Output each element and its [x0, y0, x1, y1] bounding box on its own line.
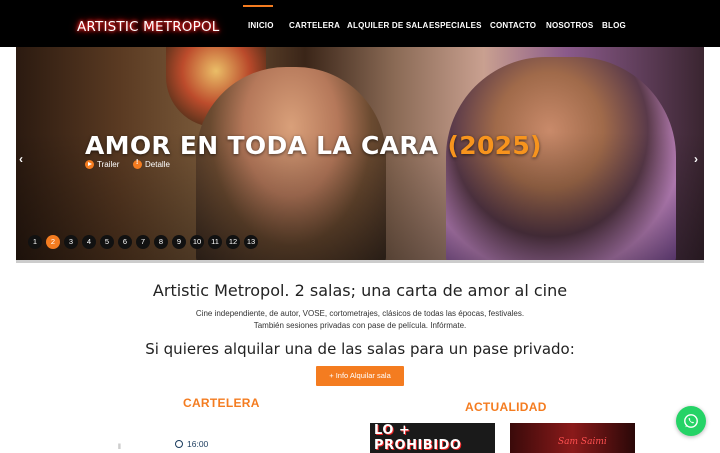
info-rent-room-button[interactable]: + Info Alquilar sala — [316, 366, 404, 386]
intro-line-2: También sesiones privadas con pase de pe… — [253, 321, 467, 330]
slide-dot[interactable]: 13 — [244, 235, 258, 249]
trailer-link[interactable]: Trailer — [85, 160, 119, 169]
cartelera-heading: CARTELERA — [183, 396, 260, 410]
trailer-label: Trailer — [97, 160, 120, 169]
nav-item-cartelera[interactable]: CARTELERA — [289, 21, 340, 30]
slide-dot[interactable]: 6 — [118, 235, 132, 249]
intro-title: Artistic Metropol. 2 salas; una carta de… — [152, 281, 568, 300]
news-poster-2[interactable]: Sam Saimi — [510, 423, 635, 453]
slide-dot[interactable]: 10 — [190, 235, 204, 249]
showtime-value: 16:00 — [187, 439, 209, 449]
slide-movie-title: AMOR EN TODA LA CARA (2025) — [85, 131, 542, 160]
intro-line-1: Cine independiente, de autor, VOSE, cort… — [195, 309, 525, 318]
poster-1-text: LO + PROHIBIDO — [374, 423, 462, 453]
detail-link[interactable]: Detalle — [133, 159, 170, 169]
nav-item-contacto[interactable]: CONTACTO — [490, 21, 536, 30]
poster-2-text: Sam Saimi — [558, 437, 607, 447]
nav-item-inicio[interactable]: INICIO — [248, 21, 274, 30]
play-icon — [85, 160, 94, 169]
news-poster-1[interactable]: LO + PROHIBIDO — [370, 423, 495, 453]
nav-item-alquiler-de-sala[interactable]: ALQUILER DE SALA — [347, 21, 428, 30]
slide-dot[interactable]: 5 — [100, 235, 114, 249]
info-icon — [133, 159, 142, 169]
actualidad-heading: ACTUALIDAD — [465, 400, 547, 414]
detail-label: Detalle — [145, 160, 170, 169]
chevron-left-icon[interactable]: ‹ — [19, 152, 23, 166]
slide-dot[interactable]: 3 — [64, 235, 78, 249]
slide-dot[interactable]: 7 — [136, 235, 150, 249]
chevron-right-icon[interactable]: › — [694, 152, 698, 166]
slide-dot[interactable]: 12 — [226, 235, 240, 249]
movie-year: (2025) — [447, 131, 542, 160]
slide-dot[interactable]: 11 — [208, 235, 222, 249]
movie-title-text: AMOR EN TODA LA CARA — [85, 131, 439, 160]
clock-icon — [175, 440, 183, 448]
top-navbar: ARTISTIC METROPOL INICIO CARTELERA ALQUI… — [0, 0, 720, 47]
whatsapp-chat-button[interactable] — [676, 406, 706, 436]
slider-divider — [16, 260, 704, 263]
slide-dot[interactable]: 8 — [154, 235, 168, 249]
showtime: 16:00 — [175, 439, 208, 449]
nav-item-nosotros[interactable]: NOSOTROS — [546, 21, 593, 30]
slide-dot[interactable]: 1 — [28, 235, 42, 249]
slide-dot-active[interactable]: 2 — [46, 235, 60, 249]
whatsapp-icon — [684, 414, 698, 428]
slide-dot[interactable]: 9 — [172, 235, 186, 249]
nav-item-blog[interactable]: BLOG — [602, 21, 626, 30]
nav-item-especiales[interactable]: ESPECIALES — [429, 21, 482, 30]
site-logo[interactable]: ARTISTIC METROPOL — [77, 19, 220, 35]
active-menu-indicator — [243, 5, 273, 7]
private-rental-title: Si quieres alquilar una de las salas par… — [145, 340, 575, 358]
slide-dot[interactable]: 4 — [82, 235, 96, 249]
